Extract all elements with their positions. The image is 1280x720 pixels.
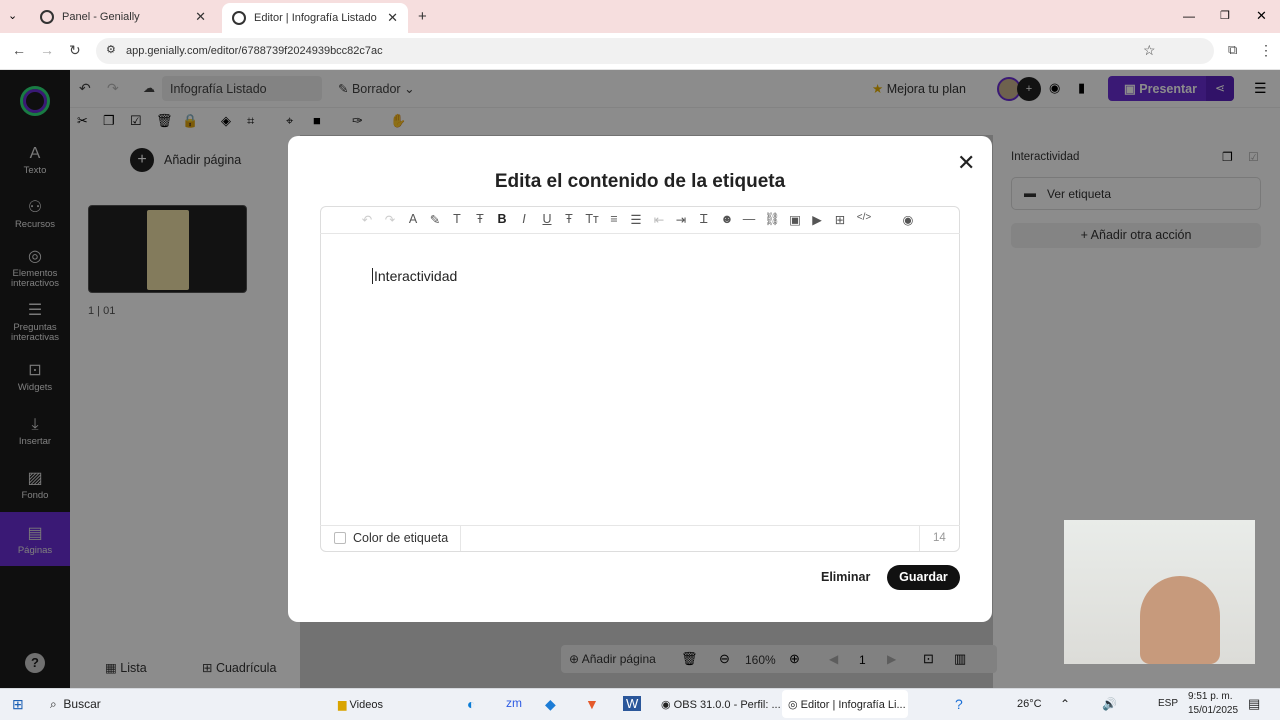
tray-chevron-icon[interactable]: ⌃ xyxy=(1060,697,1070,711)
video-icon[interactable]: ▶ xyxy=(809,212,825,227)
highlight-icon[interactable]: ✎ xyxy=(427,212,443,227)
editor-undo-icon[interactable]: ↶ xyxy=(359,212,375,227)
taskbar-search[interactable]: ⌕ Buscar xyxy=(50,697,101,712)
browser-menu-icon[interactable]: ⋮ xyxy=(1259,42,1273,59)
tag-color-label[interactable]: Color de etiqueta xyxy=(353,531,448,545)
minimize-icon[interactable]: — xyxy=(1183,9,1195,23)
url-text: app.genially.com/editor/6788739f2024939b… xyxy=(126,45,383,57)
font-size-icon[interactable]: Tт xyxy=(584,212,600,226)
edge-icon[interactable]: ◐ xyxy=(467,696,475,712)
taskbar-obs[interactable]: ◉ OBS 31.0.0 - Perfil: ... xyxy=(661,698,781,711)
code-icon[interactable]: </> xyxy=(855,212,873,223)
folder-icon: ▆ xyxy=(338,699,347,711)
delete-button[interactable]: Eliminar xyxy=(821,570,870,584)
taskbar-videos[interactable]: ▆ Videos xyxy=(338,698,383,711)
tab-list-button[interactable]: ⌄ xyxy=(8,9,17,22)
footer-divider xyxy=(919,526,920,551)
taskbar-label: Videos xyxy=(349,699,383,711)
bold-icon[interactable]: B xyxy=(494,212,510,226)
chrome-icon xyxy=(232,11,246,25)
strikethrough-icon[interactable]: Ŧ xyxy=(561,212,577,226)
notifications-icon[interactable]: ▤ xyxy=(1248,696,1260,712)
italic-icon[interactable]: I xyxy=(516,212,532,226)
taskbar-label: OBS 31.0.0 - Perfil: ... xyxy=(673,699,781,711)
url-input[interactable]: ⚙ app.genially.com/editor/6788739f202493… xyxy=(96,38,1214,64)
bookmark-star-icon[interactable]: ☆ xyxy=(1143,42,1156,59)
zoom-app-icon[interactable]: zm xyxy=(506,696,522,710)
address-bar-row: ← → ↻ ⚙ app.genially.com/editor/6788739f… xyxy=(0,33,1280,70)
save-button[interactable]: Guardar xyxy=(887,565,960,590)
tab-editor[interactable]: Editor | Infografía Listado ✕ xyxy=(222,3,408,33)
chrome-icon xyxy=(40,10,54,24)
chrome-icon: ◎ xyxy=(788,699,798,711)
modal-title-wrap: Edita el contenido de la etiqueta xyxy=(0,171,1280,193)
rich-text-editor[interactable] xyxy=(320,206,960,552)
close-tab-icon[interactable]: ✕ xyxy=(387,10,398,26)
underline-icon[interactable]: U xyxy=(539,212,555,226)
preview-icon[interactable]: ◉ xyxy=(900,212,916,227)
footer-divider xyxy=(460,526,461,551)
reload-icon[interactable]: ↻ xyxy=(69,42,81,59)
maximize-icon[interactable]: ❐ xyxy=(1220,9,1230,22)
clock-time[interactable]: 9:51 p. m. xyxy=(1188,691,1232,702)
tag-content-text[interactable]: Interactividad xyxy=(372,268,457,284)
text-style-icon[interactable]: T xyxy=(449,212,465,226)
editor-redo-icon[interactable]: ↷ xyxy=(382,212,398,227)
taskbar-chrome-editor[interactable]: ◎ Editor | Infografía Li... xyxy=(782,690,908,718)
outdent-icon[interactable]: ⇤ xyxy=(651,212,667,227)
extensions-icon[interactable]: ⧉ xyxy=(1228,42,1237,58)
volume-icon[interactable]: 🔊 xyxy=(1102,697,1117,711)
back-icon[interactable]: ← xyxy=(12,42,26,58)
windows-start-icon[interactable]: ⊞ xyxy=(12,696,24,713)
image-icon[interactable]: ▣ xyxy=(787,212,803,227)
tab-panel-genially[interactable]: Panel - Genially ✕ xyxy=(30,4,216,30)
character-count: 14 xyxy=(933,532,946,544)
clear-format-icon[interactable]: Ꮖ xyxy=(696,212,712,227)
bullet-list-icon[interactable]: ☰ xyxy=(628,212,644,227)
language-indicator[interactable]: ESP xyxy=(1158,698,1178,709)
close-tab-icon[interactable]: ✕ xyxy=(195,9,206,25)
table-icon[interactable]: ⊞ xyxy=(832,212,848,227)
taskbar-label: Editor | Infografía Li... xyxy=(800,699,906,711)
modal-title: Edita el contenido de la etiqueta xyxy=(494,171,786,192)
webcam-person xyxy=(1140,576,1220,664)
font-color-icon[interactable]: A xyxy=(405,212,421,226)
clock-date[interactable]: 15/01/2025 xyxy=(1188,705,1238,716)
forward-icon[interactable]: → xyxy=(40,42,54,58)
strike-style-icon[interactable]: Ŧ xyxy=(472,212,488,226)
new-tab-icon[interactable]: + xyxy=(418,8,427,25)
emoji-icon[interactable]: ☻ xyxy=(719,212,735,226)
word-icon[interactable]: W xyxy=(623,696,642,711)
link-icon[interactable]: ⛓ xyxy=(764,212,780,227)
obs-icon: ◉ xyxy=(661,699,671,711)
close-window-icon[interactable]: ✕ xyxy=(1256,8,1267,24)
tag-color-checkbox[interactable] xyxy=(334,532,346,544)
tab-label: Editor | Infografía Listado xyxy=(254,12,377,24)
search-label: Buscar xyxy=(63,697,101,711)
indent-icon[interactable]: ⇥ xyxy=(673,212,689,227)
brave-icon[interactable]: ▼ xyxy=(585,696,599,712)
divider-icon[interactable]: — xyxy=(741,212,757,226)
align-icon[interactable]: ≡ xyxy=(606,212,622,226)
vscode-icon[interactable]: ◆ xyxy=(545,696,556,713)
help-app-icon[interactable]: ? xyxy=(955,696,963,712)
weather-temperature[interactable]: 26°C xyxy=(1017,698,1042,710)
site-info-icon[interactable]: ⚙ xyxy=(106,43,116,56)
tab-label: Panel - Genially xyxy=(62,11,140,23)
